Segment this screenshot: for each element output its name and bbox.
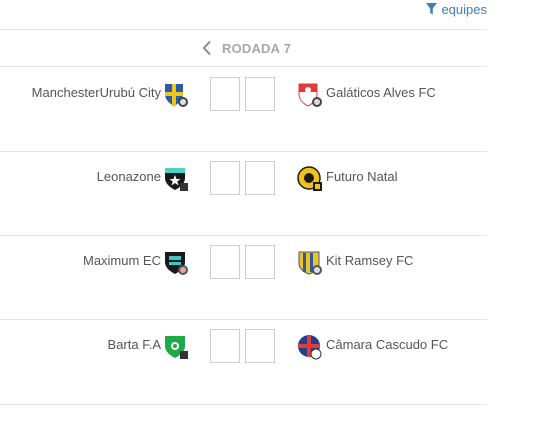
away-score-input[interactable] xyxy=(245,245,275,279)
home-shield-crest-icon[interactable] xyxy=(163,334,189,360)
match-row: Barta F.A Câmara Cascudo FC xyxy=(0,319,487,403)
away-shield-crest-icon[interactable] xyxy=(297,82,323,108)
team-filter-button[interactable]: equipes xyxy=(426,0,487,18)
home-team-name[interactable]: ManchesterUrubú City xyxy=(32,85,161,100)
home-team-name[interactable]: Leonazone xyxy=(97,169,161,184)
away-score-input[interactable] xyxy=(245,329,275,363)
home-score-input[interactable] xyxy=(210,77,240,111)
home-team-name[interactable]: Barta F.A xyxy=(108,337,161,352)
home-team-name[interactable]: Maximum EC xyxy=(83,253,161,268)
home-shield-crest-icon[interactable] xyxy=(163,250,189,276)
away-shield-crest-icon[interactable] xyxy=(297,334,323,360)
match-row: Leonazone Futuro Natal xyxy=(0,151,487,235)
away-team-name[interactable]: Galáticos Alves FC xyxy=(326,85,436,100)
home-score-input[interactable] xyxy=(210,245,240,279)
away-shield-crest-icon[interactable] xyxy=(297,166,323,192)
match-row: Maximum EC Kit Ramsey FC xyxy=(0,235,487,319)
away-score-input[interactable] xyxy=(245,161,275,195)
away-shield-crest-icon[interactable] xyxy=(297,250,323,276)
home-score-input[interactable] xyxy=(210,161,240,195)
divider xyxy=(0,404,487,405)
away-team-name[interactable]: Câmara Cascudo FC xyxy=(326,337,448,352)
away-team-name[interactable]: Futuro Natal xyxy=(326,169,398,184)
chevron-left-icon[interactable] xyxy=(202,40,212,56)
filter-funnel-icon xyxy=(426,3,438,15)
round-title: RODADA 7 xyxy=(221,40,291,56)
away-score-input[interactable] xyxy=(245,77,275,111)
home-score-input[interactable] xyxy=(210,329,240,363)
match-row: ManchesterUrubú City Galáticos Alves FC xyxy=(0,67,487,151)
away-team-name[interactable]: Kit Ramsey FC xyxy=(326,253,413,268)
home-shield-crest-icon[interactable] xyxy=(163,166,189,192)
round-navigation: RODADA 7 xyxy=(0,30,487,66)
filter-label: equipes xyxy=(441,1,487,17)
home-shield-crest-icon[interactable] xyxy=(163,82,189,108)
